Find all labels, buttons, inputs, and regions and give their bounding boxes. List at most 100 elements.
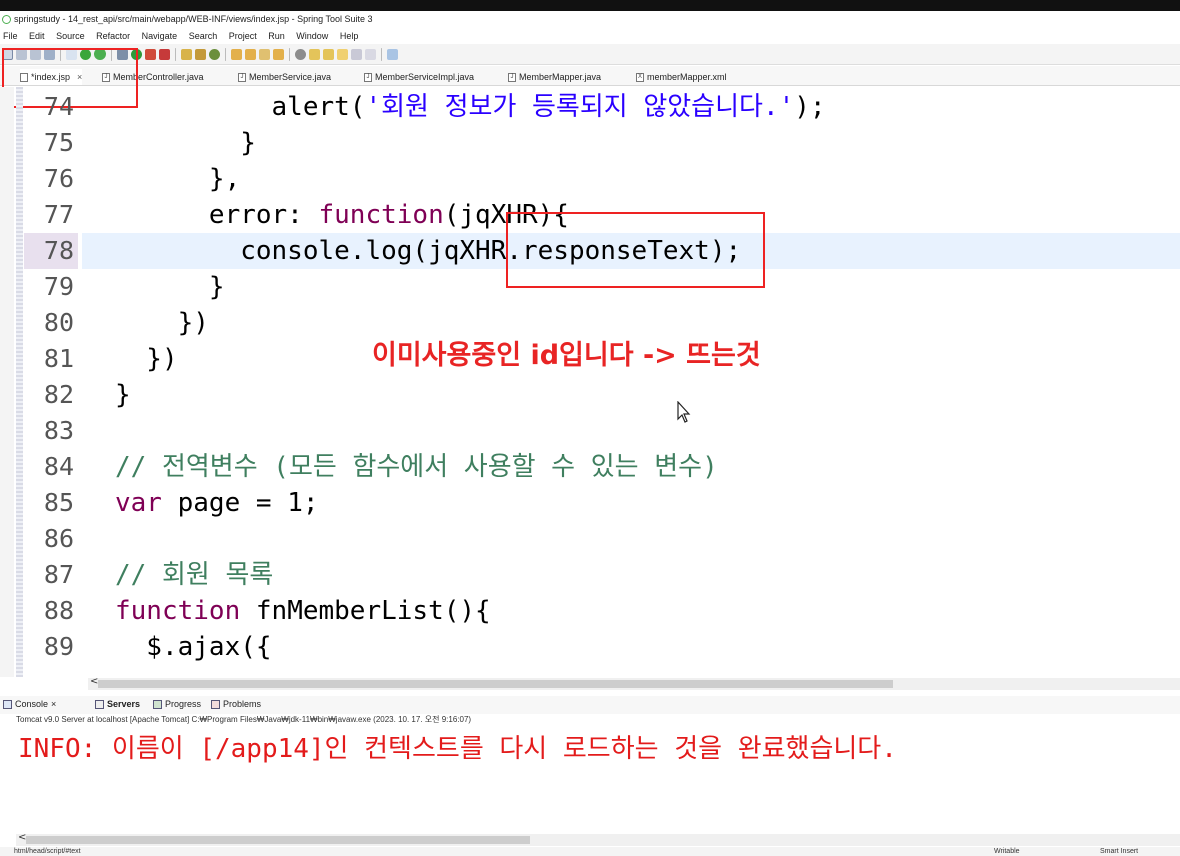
tab-label: MemberServiceImpl.java	[375, 72, 475, 82]
line-number: 84	[43, 452, 74, 481]
open-task-icon[interactable]	[259, 48, 270, 60]
code-text: }	[115, 269, 225, 305]
code-token: alert(	[115, 92, 366, 122]
tab-member-mapper-java[interactable]: J MemberMapper.java	[508, 69, 601, 85]
line-number: 85	[43, 488, 74, 517]
external-tools-icon[interactable]	[159, 48, 170, 60]
menu-refactor[interactable]: Refactor	[96, 31, 130, 41]
editor-horizontal-scrollbar[interactable]: <	[88, 676, 1180, 690]
code-text: $.ajax({	[115, 629, 272, 665]
close-icon[interactable]: ×	[51, 699, 56, 709]
scrollbar-thumb[interactable]	[26, 836, 530, 844]
next-annotation-icon[interactable]	[309, 48, 320, 60]
forward-icon[interactable]	[365, 48, 376, 60]
tab-member-service[interactable]: J MemberService.java	[238, 69, 331, 85]
tab-label: Console	[15, 699, 49, 709]
progress-icon	[153, 699, 162, 709]
scrollbar-thumb[interactable]	[98, 680, 893, 688]
code-text: }	[115, 125, 256, 161]
previous-annotation-icon[interactable]	[323, 48, 334, 60]
editor-tab-bar: *index.jsp × J MemberController.java J M…	[0, 66, 1180, 86]
code-token: }	[115, 380, 131, 410]
code-text: var page = 1;	[115, 485, 319, 521]
tab-label: Problems	[223, 699, 262, 709]
code-token: );	[794, 92, 826, 122]
menu-source[interactable]: Source	[56, 31, 85, 41]
toolbar-separator	[381, 47, 382, 61]
menu-navigate[interactable]: Navigate	[142, 31, 178, 41]
console-process-description: Tomcat v9.0 Server at localhost [Apache …	[16, 715, 472, 724]
main-toolbar	[0, 44, 1180, 65]
code-text: }	[115, 377, 131, 413]
window-titlebar: springstudy - 14_rest_api/src/main/webap…	[0, 11, 1180, 28]
menu-edit[interactable]: Edit	[29, 31, 45, 41]
tab-member-mapper-xml[interactable]: X memberMapper.xml	[636, 69, 727, 85]
tab-member-service-impl[interactable]: J MemberServiceImpl.java	[364, 69, 474, 85]
last-edit-icon[interactable]	[337, 48, 348, 60]
code-text: alert('회원 정보가 등록되지 않았습니다.');	[115, 89, 826, 125]
window-title: springstudy - 14_rest_api/src/main/webap…	[14, 14, 373, 24]
java-file-icon: J	[508, 72, 516, 82]
toolbar-separator	[225, 47, 226, 61]
code-token: }	[115, 128, 256, 158]
menu-window[interactable]: Window	[296, 31, 328, 41]
annotation-icon[interactable]	[295, 48, 306, 60]
code-token: function	[318, 200, 444, 230]
tab-console[interactable]: Console ×	[3, 699, 56, 709]
code-editor[interactable]: 74 alert('회원 정보가 등록되지 않았습니다.'); 75 } 76 },…	[24, 87, 1180, 677]
line-number: 76	[43, 164, 74, 193]
menu-bar: File Edit Source Refactor Navigate Searc…	[0, 28, 1180, 44]
code-token: page = 1;	[161, 488, 319, 518]
line-number: 74	[43, 92, 74, 121]
code-token: error:	[115, 200, 319, 230]
open-folder-icon[interactable]	[231, 48, 242, 60]
console-horizontal-scrollbar[interactable]: <	[16, 832, 1180, 846]
open-perspective-icon[interactable]	[387, 48, 398, 60]
toolbar-separator	[175, 47, 176, 61]
line-number: 87	[43, 560, 74, 589]
new-web-icon[interactable]	[209, 48, 220, 60]
code-text: // 회원 목록	[115, 557, 273, 593]
menu-run[interactable]: Run	[268, 31, 285, 41]
line-number: 89	[43, 632, 74, 661]
tab-label: MemberMapper.java	[519, 72, 602, 82]
code-token: var	[115, 488, 162, 518]
editor-left-strip	[0, 87, 14, 677]
spring-app-icon	[2, 15, 11, 24]
java-file-icon: J	[364, 72, 372, 82]
tab-progress[interactable]: Progress	[153, 699, 201, 709]
line-number: 81	[43, 344, 74, 373]
tab-label: Progress	[165, 699, 202, 709]
xml-file-icon: X	[636, 72, 644, 82]
open-resource-icon[interactable]	[273, 48, 284, 60]
code-token: '회원 정보가 등록되지 않았습니다.'	[365, 92, 795, 122]
line-number: 88	[43, 596, 74, 625]
code-text: function fnMemberList(){	[115, 593, 491, 629]
code-text: error: function(jqXHR){	[115, 197, 569, 233]
line-number: 82	[43, 380, 74, 409]
menu-file[interactable]: File	[3, 31, 18, 41]
stop-icon[interactable]	[145, 48, 156, 60]
status-insert-mode: Smart Insert	[1100, 848, 1139, 855]
menu-help[interactable]: Help	[340, 31, 359, 41]
open-type-icon[interactable]	[245, 48, 256, 60]
code-text: },	[115, 161, 240, 197]
line-number: 86	[43, 524, 74, 553]
tab-servers[interactable]: Servers	[95, 699, 140, 709]
new-package-icon[interactable]	[181, 48, 192, 60]
code-token: })	[115, 308, 209, 338]
code-token: // 전역변수 (모든 함수에서 사용할 수 있는 변수)	[115, 452, 718, 482]
menu-project[interactable]: Project	[229, 31, 257, 41]
new-class-icon[interactable]	[195, 48, 206, 60]
code-token: },	[115, 164, 241, 194]
tab-problems[interactable]: Problems	[211, 699, 261, 709]
line-number: 79	[43, 272, 74, 301]
code-token: })	[115, 344, 178, 374]
annotation-note: 이미사용중인 id입니다 -> 뜨는것	[372, 340, 761, 371]
line-number: 75	[43, 128, 74, 157]
code-text: })	[115, 305, 209, 341]
line-number: 83	[43, 416, 74, 445]
back-icon[interactable]	[351, 48, 362, 60]
menu-search[interactable]: Search	[189, 31, 218, 41]
code-token: $.ajax({	[115, 632, 272, 662]
